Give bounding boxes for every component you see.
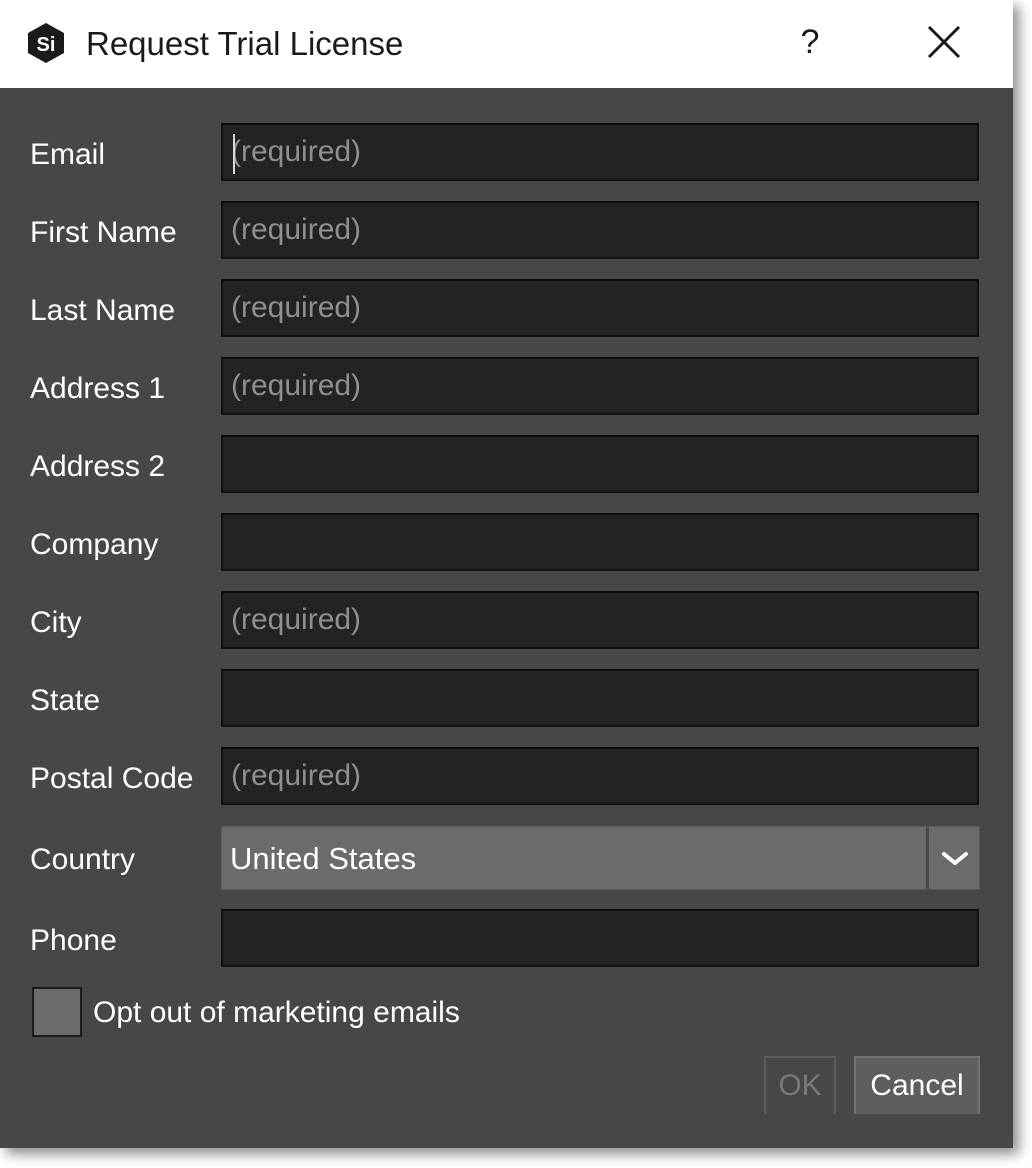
- city-label: City: [30, 606, 82, 639]
- phone-field[interactable]: [221, 909, 979, 967]
- email-field[interactable]: [221, 123, 979, 181]
- state-field[interactable]: [221, 669, 979, 727]
- request-trial-license-dialog: Si Request Trial License ? Email First N…: [0, 0, 1013, 1148]
- postal-code-label: Postal Code: [30, 762, 194, 795]
- help-button[interactable]: ?: [790, 20, 830, 64]
- ok-button[interactable]: OK: [764, 1056, 836, 1114]
- address-2-field[interactable]: [221, 435, 979, 493]
- address-1-label: Address 1: [30, 372, 166, 405]
- combo-divider: [926, 827, 929, 889]
- close-icon[interactable]: [918, 20, 970, 66]
- company-label: Company: [30, 528, 159, 561]
- svg-text:Si: Si: [37, 34, 56, 56]
- last-name-field[interactable]: [221, 279, 979, 337]
- opt-out-checkbox[interactable]: [32, 987, 82, 1037]
- last-name-label: Last Name: [30, 294, 176, 327]
- phone-label: Phone: [30, 924, 117, 957]
- company-field[interactable]: [221, 513, 979, 571]
- first-name-label: First Name: [30, 216, 177, 249]
- email-label: Email: [30, 138, 106, 171]
- first-name-field[interactable]: [221, 201, 979, 259]
- cancel-button[interactable]: Cancel: [854, 1056, 980, 1114]
- country-value: United States: [230, 841, 417, 876]
- title-bar[interactable]: Si Request Trial License ?: [0, 0, 1013, 88]
- country-select[interactable]: United States: [221, 826, 980, 890]
- country-label: Country: [30, 843, 136, 876]
- address-1-field[interactable]: [221, 357, 979, 415]
- state-label: State: [30, 684, 101, 717]
- city-field[interactable]: [221, 591, 979, 649]
- text-caret: [233, 134, 235, 174]
- address-2-label: Address 2: [30, 450, 166, 483]
- chevron-down-icon[interactable]: [931, 827, 979, 889]
- si-logo-icon: Si: [28, 23, 64, 63]
- opt-out-label[interactable]: Opt out of marketing emails: [93, 993, 460, 1033]
- dialog-title: Request Trial License: [86, 25, 404, 62]
- postal-code-field[interactable]: [221, 747, 979, 805]
